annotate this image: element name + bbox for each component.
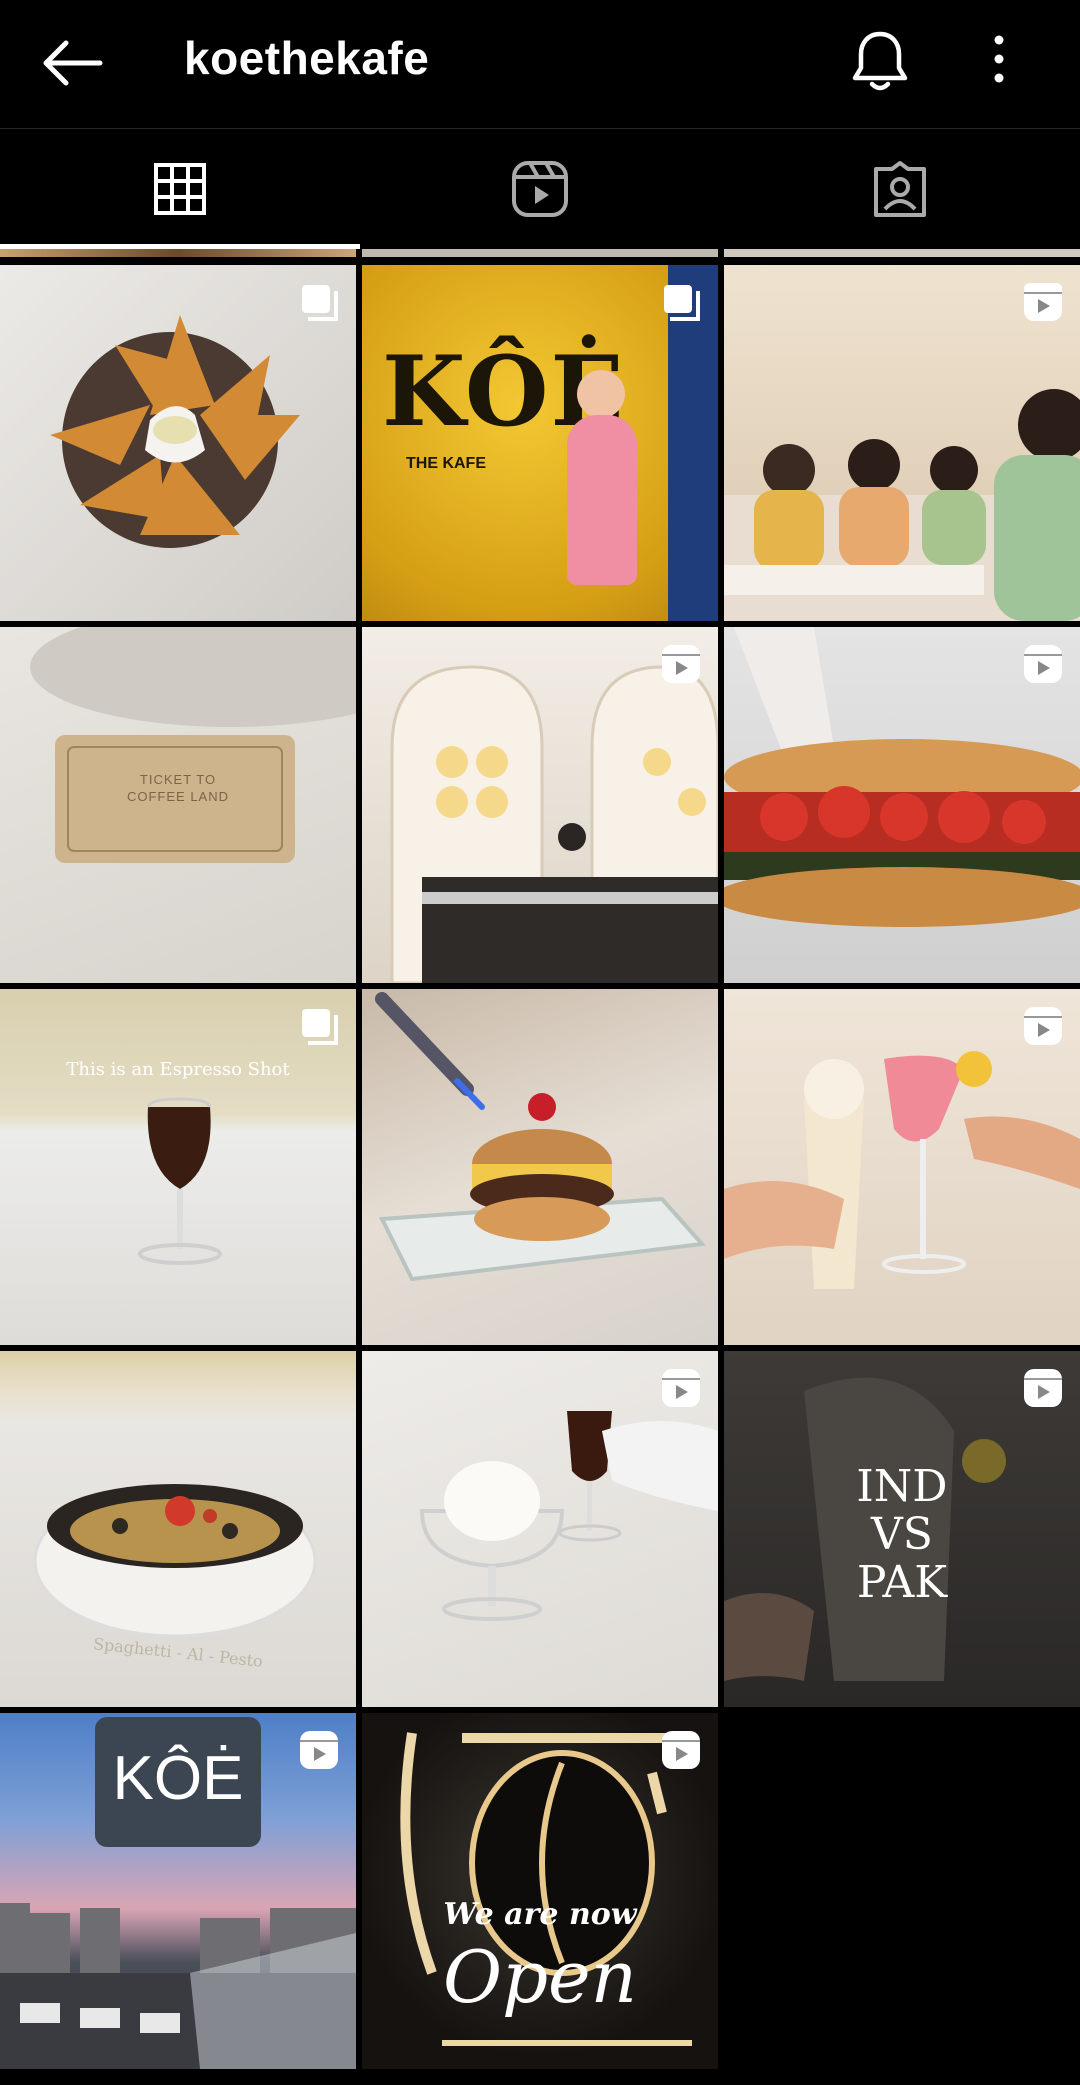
- post-tile[interactable]: KÔĖ: [0, 1713, 356, 2069]
- post-tile-partial[interactable]: [0, 249, 356, 257]
- top-bar: koethekafe: [0, 0, 1080, 128]
- post-tile[interactable]: [724, 627, 1080, 983]
- post-image-text: IND: [856, 1461, 948, 1512]
- post-tile-partial[interactable]: [362, 249, 718, 257]
- post-tile[interactable]: [362, 989, 718, 1345]
- back-arrow-icon[interactable]: [36, 28, 106, 98]
- reel-icon: [1020, 1365, 1066, 1411]
- post-tile[interactable]: [724, 989, 1080, 1345]
- reel-icon: [1020, 1003, 1066, 1049]
- post-tile[interactable]: [362, 627, 718, 983]
- post-tile[interactable]: We are now Open: [362, 1713, 718, 2069]
- post-tile-partial[interactable]: [724, 249, 1080, 257]
- post-tile[interactable]: IND VS PAK: [724, 1351, 1080, 1707]
- post-tile[interactable]: [724, 265, 1080, 621]
- post-tile[interactable]: This is an Espresso Shot: [0, 989, 356, 1345]
- post-image-text: KÔĖ: [112, 1744, 244, 1813]
- tab-posts[interactable]: [0, 129, 360, 249]
- post-image-text: VS: [871, 1509, 933, 1560]
- carousel-icon: [296, 1003, 342, 1049]
- profile-tabs: [0, 129, 1080, 249]
- carousel-icon: [658, 279, 704, 325]
- post-tile[interactable]: KÔĖ THE KAFE: [362, 265, 718, 621]
- post-image-text: TICKET TO: [139, 772, 217, 787]
- more-vertical-icon[interactable]: [974, 26, 1024, 96]
- reel-icon: [1020, 641, 1066, 687]
- reel-icon: [658, 641, 704, 687]
- post-image-text: THE KAFE: [406, 455, 486, 472]
- post-image-text: We are now: [443, 1897, 637, 1932]
- post-tile[interactable]: TICKET TO COFFEE LAND: [0, 627, 356, 983]
- reel-icon: [658, 1727, 704, 1773]
- tab-tagged[interactable]: [720, 129, 1080, 249]
- tagged-icon: [874, 161, 926, 217]
- carousel-icon: [296, 279, 342, 325]
- post-tile[interactable]: Spaghetti - Al - Pesto: [0, 1351, 356, 1707]
- posts-grid: KÔĖ THE KAFE TICKET TO COFFEE LAND This …: [0, 249, 1080, 2085]
- reel-icon: [1020, 279, 1066, 325]
- reel-icon: [296, 1727, 342, 1773]
- post-tile[interactable]: [0, 265, 356, 621]
- post-image-text: COFFEE LAND: [126, 789, 229, 804]
- reel-icon: [658, 1365, 704, 1411]
- grid-icon: [154, 163, 206, 215]
- post-tile[interactable]: [362, 1351, 718, 1707]
- tab-reels[interactable]: [360, 129, 720, 249]
- profile-username: koethekafe: [184, 32, 430, 84]
- bell-icon[interactable]: [845, 26, 915, 96]
- post-image-text: PAK: [856, 1557, 948, 1608]
- post-image-text: Open: [442, 1935, 638, 2019]
- reels-icon: [512, 161, 568, 217]
